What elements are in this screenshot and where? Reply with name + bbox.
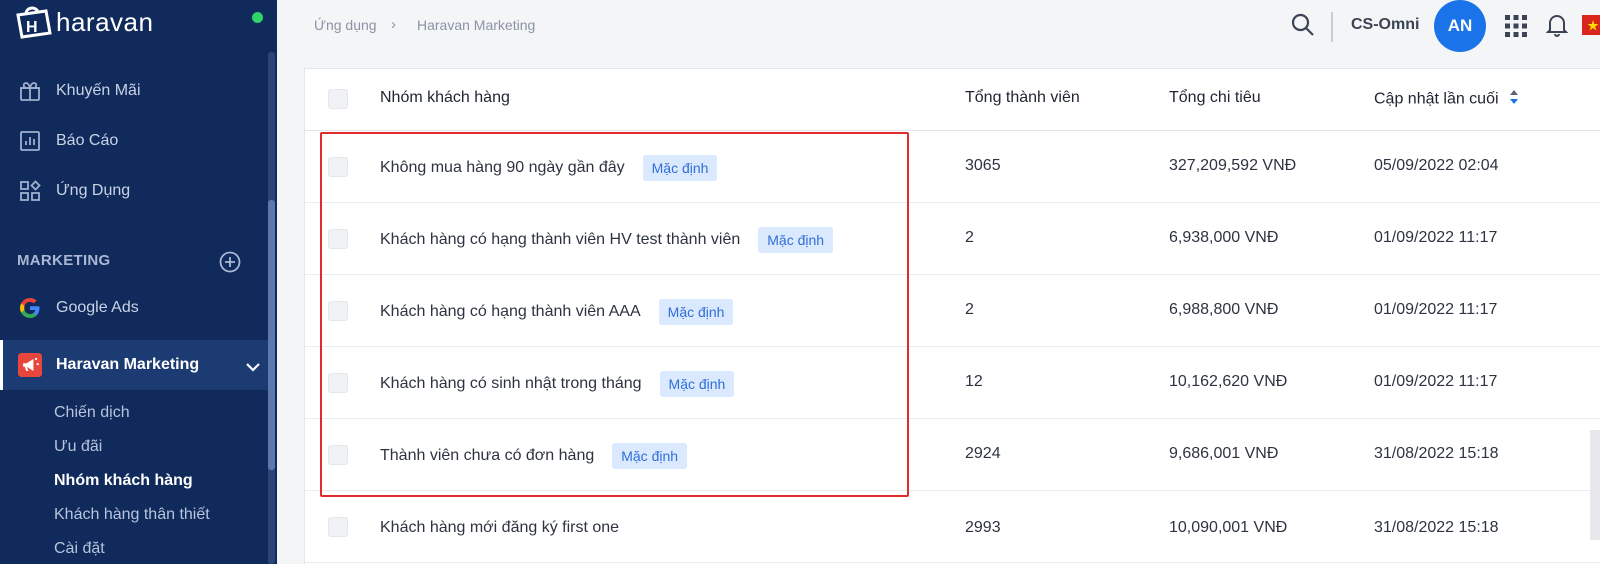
google-icon	[18, 296, 42, 320]
vietnam-flag-icon[interactable]	[1582, 15, 1600, 35]
spend-cell: 6,938,000 VNĐ	[1169, 229, 1279, 246]
table-header-row: Nhóm khách hàng Tổng thành viên Tổng chi…	[305, 69, 1600, 131]
row-checkbox[interactable]	[328, 373, 348, 393]
default-badge: Mặc định	[658, 299, 734, 325]
sub-item-nhom-khach-hang[interactable]: Nhóm khách hàng	[54, 472, 193, 490]
group-name[interactable]: Khách hàng có hạng thành viên HV test th…	[380, 231, 740, 249]
sub-item-uu-dai[interactable]: Ưu đãi	[54, 438, 102, 456]
updated-cell: 01/09/2022 11:17	[1374, 301, 1498, 318]
table-row[interactable]: Khách hàng có hạng thành viên AAA Mặc địn…	[305, 275, 1600, 347]
shopping-bag-logo-icon: H	[12, 5, 54, 39]
select-all-checkbox[interactable]	[328, 89, 348, 109]
group-name-cell[interactable]: Khách hàng có hạng thành viên AAA Mặc địn…	[380, 299, 734, 325]
members-cell: 12	[965, 373, 983, 390]
updated-cell: 05/09/2022 02:04	[1374, 157, 1499, 174]
breadcrumb-root[interactable]: Ứng dụng	[314, 17, 377, 33]
group-name[interactable]: Khách hàng có sinh nhật trong tháng	[380, 375, 642, 393]
row-checkbox[interactable]	[328, 157, 348, 177]
default-badge: Mặc định	[659, 371, 735, 397]
online-status-dot	[252, 12, 263, 23]
updated-cell: 31/08/2022 15:18	[1374, 519, 1499, 536]
spend-cell: 10,162,620 VNĐ	[1169, 373, 1288, 390]
updated-cell: 01/09/2022 11:17	[1374, 373, 1498, 390]
page-scrollbar[interactable]	[1590, 430, 1600, 540]
group-name[interactable]: Thành viên chưa có đơn hàng	[380, 447, 594, 465]
group-name[interactable]: Khách hàng có hạng thành viên AAA	[380, 303, 641, 321]
group-name-cell[interactable]: Khách hàng có hạng thành viên HV test th…	[380, 227, 834, 253]
topbar-divider	[1331, 12, 1333, 42]
group-name-cell[interactable]: Thành viên chưa có đơn hàng Mặc định	[380, 443, 688, 469]
group-name-cell[interactable]: Khách hàng mới đăng ký first one	[380, 519, 619, 537]
header-total-members[interactable]: Tổng thành viên	[965, 89, 1080, 107]
members-cell: 3065	[965, 157, 1001, 174]
group-name-cell[interactable]: Không mua hàng 90 ngày gần đây Mặc định	[380, 155, 718, 181]
haravan-logo[interactable]: H haravan	[12, 2, 153, 42]
members-cell: 2924	[965, 445, 1001, 462]
avatar[interactable]: AN	[1434, 0, 1486, 52]
members-cell: 2	[965, 229, 974, 246]
group-name[interactable]: Khách hàng mới đăng ký first one	[380, 519, 619, 536]
sidebar-item-google-ads[interactable]: Google Ads	[0, 283, 268, 333]
header-group-name[interactable]: Nhóm khách hàng	[380, 89, 510, 107]
row-checkbox[interactable]	[328, 301, 348, 321]
spend-cell: 327,209,592 VNĐ	[1169, 157, 1297, 174]
sidebar-item-label: Ứng Dụng	[56, 182, 131, 199]
sidebar-item-label: Google Ads	[56, 299, 139, 316]
section-title-marketing: MARKETING	[17, 252, 111, 269]
megaphone-icon	[18, 353, 42, 377]
report-chart-icon	[18, 129, 42, 153]
gift-icon	[18, 79, 42, 103]
spend-cell: 6,988,800 VNĐ	[1169, 301, 1279, 318]
default-badge: Mặc định	[758, 227, 834, 253]
spend-cell: 9,686,001 VNĐ	[1169, 445, 1279, 462]
topbar: Ứng dụng › Haravan Marketing	[277, 0, 1600, 68]
updated-cell: 01/09/2022 11:17	[1374, 229, 1498, 246]
members-cell: 2	[965, 301, 974, 318]
group-name[interactable]: Không mua hàng 90 ngày gần đây	[380, 159, 625, 177]
header-total-spend[interactable]: Tổng chi tiêu	[1169, 89, 1261, 107]
breadcrumb-separator: ›	[391, 16, 396, 33]
table-row[interactable]: Khách hàng có hạng thành viên HV test th…	[305, 203, 1600, 275]
store-name[interactable]: CS-Omni	[1351, 16, 1419, 34]
sidebar-item-khuyen-mai[interactable]: Khuyến Mãi	[0, 66, 268, 116]
breadcrumb-current: Haravan Marketing	[417, 17, 536, 33]
row-checkbox[interactable]	[328, 229, 348, 249]
logo-text: haravan	[56, 6, 154, 37]
sidebar-item-bao-cao[interactable]: Báo Cáo	[0, 116, 268, 166]
sort-icon[interactable]	[1509, 89, 1519, 110]
table-row[interactable]: Thành viên chưa có đơn hàng Mặc định 2924…	[305, 419, 1600, 491]
default-badge: Mặc định	[612, 443, 688, 469]
table-row[interactable]: Khách hàng mới đăng ký first one 2993 10…	[305, 491, 1600, 563]
group-name-cell[interactable]: Khách hàng có sinh nhật trong tháng Mặc đ…	[380, 371, 735, 397]
sidebar-item-label: Báo Cáo	[56, 132, 119, 149]
search-icon[interactable]	[1290, 12, 1316, 38]
default-badge: Mặc định	[642, 155, 718, 181]
apps-grid-icon	[18, 179, 42, 203]
sidebar-item-ung-dung[interactable]: Ứng Dụng	[0, 166, 268, 216]
apps-grid-icon[interactable]	[1505, 15, 1527, 37]
table-row[interactable]: Khách hàng có sinh nhật trong tháng Mặc đ…	[305, 347, 1600, 419]
row-checkbox[interactable]	[328, 445, 348, 465]
members-cell: 2993	[965, 519, 1001, 536]
sub-item-cai-dat[interactable]: Cài đặt	[54, 540, 105, 558]
header-last-updated[interactable]: Cập nhật lần cuối	[1374, 89, 1519, 110]
sidebar-item-label: Haravan Marketing	[56, 356, 200, 373]
spend-cell: 10,090,001 VNĐ	[1169, 519, 1288, 536]
customer-group-table: Nhóm khách hàng Tổng thành viên Tổng chi…	[304, 68, 1600, 564]
sub-item-chien-dich[interactable]: Chiến dịch	[54, 404, 130, 422]
sidebar-item-haravan-marketing[interactable]: Haravan Marketing	[0, 340, 268, 390]
add-channel-icon[interactable]	[219, 251, 241, 273]
header-last-updated-label: Cập nhật lần cuối	[1374, 90, 1499, 108]
notification-bell-icon[interactable]	[1545, 13, 1569, 37]
svg-text:H: H	[26, 19, 38, 36]
updated-cell: 31/08/2022 15:18	[1374, 445, 1499, 462]
sidebar: H haravan Khuyến Mãi Báo Cáo Ứng Dụng MA…	[0, 0, 277, 564]
sub-item-khach-hang-than-thiet[interactable]: Khách hàng thân thiết	[54, 506, 210, 524]
table-row[interactable]: Không mua hàng 90 ngày gần đây Mặc định 3…	[305, 131, 1600, 203]
chevron-down-icon[interactable]	[246, 359, 260, 377]
sidebar-item-label: Khuyến Mãi	[56, 82, 141, 99]
row-checkbox[interactable]	[328, 517, 348, 537]
sidebar-scrollbar-thumb[interactable]	[268, 200, 275, 470]
